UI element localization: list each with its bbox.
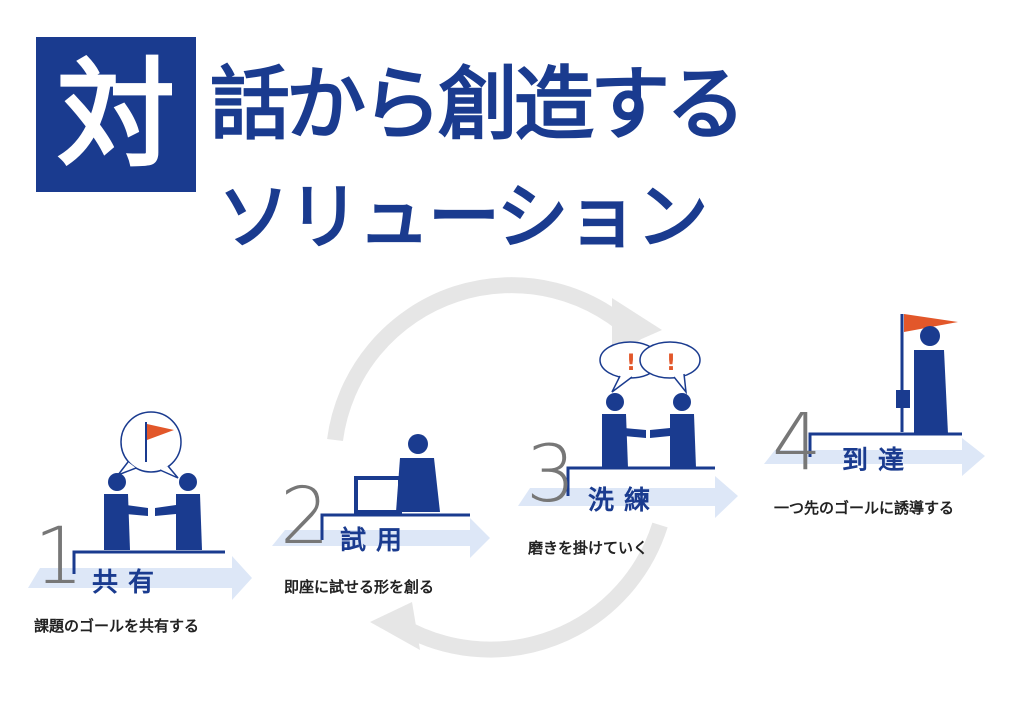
person-left-icon <box>104 473 148 550</box>
step-description-4: 一つ先のゴールに誘導する <box>774 499 955 517</box>
step-label-3: 洗練 <box>588 486 661 516</box>
step2-illustration <box>354 434 440 514</box>
title-line1: 話から創造する <box>210 57 746 151</box>
step-label-2: 試用 <box>340 526 413 556</box>
speech-bubble-right-tail <box>673 373 688 395</box>
step-description-3: 磨きを掛けていく <box>528 539 649 557</box>
step1-illustration <box>104 411 202 550</box>
step3-illustration: ! ! <box>599 341 701 468</box>
step-label-4: 到達 <box>842 446 915 476</box>
step-number-3: 3 <box>526 430 576 520</box>
step-number-1: 1 <box>34 512 84 602</box>
person-head-icon <box>408 434 428 454</box>
step4-illustration <box>896 314 958 434</box>
step-number-2: 2 <box>280 472 330 562</box>
exclaim-right: ! <box>666 351 676 376</box>
title-line2: ソリューション <box>218 174 709 259</box>
title-highlight-box: 対 <box>36 37 196 192</box>
briefcase-icon <box>896 390 910 408</box>
person-left-icon <box>602 393 646 468</box>
person-body-icon <box>396 458 440 512</box>
person-right-icon <box>650 393 696 468</box>
cycle-arrow-top <box>327 277 646 442</box>
person-standing-icon <box>914 326 948 434</box>
person-right-icon <box>155 473 202 550</box>
laptop-icon <box>354 476 402 514</box>
step-number-4: 4 <box>772 398 822 488</box>
step-description-1: 課題のゴールを共有する <box>34 617 200 635</box>
step-label-1: 共有 <box>92 568 165 598</box>
cycle-arrow-bottom-head <box>370 602 420 650</box>
speech-bubble-left-tail <box>611 375 633 393</box>
flag-bubble <box>120 411 182 473</box>
exclaim-left: ! <box>626 351 636 376</box>
step-description-2: 即座に試せる形を創る <box>284 578 435 596</box>
